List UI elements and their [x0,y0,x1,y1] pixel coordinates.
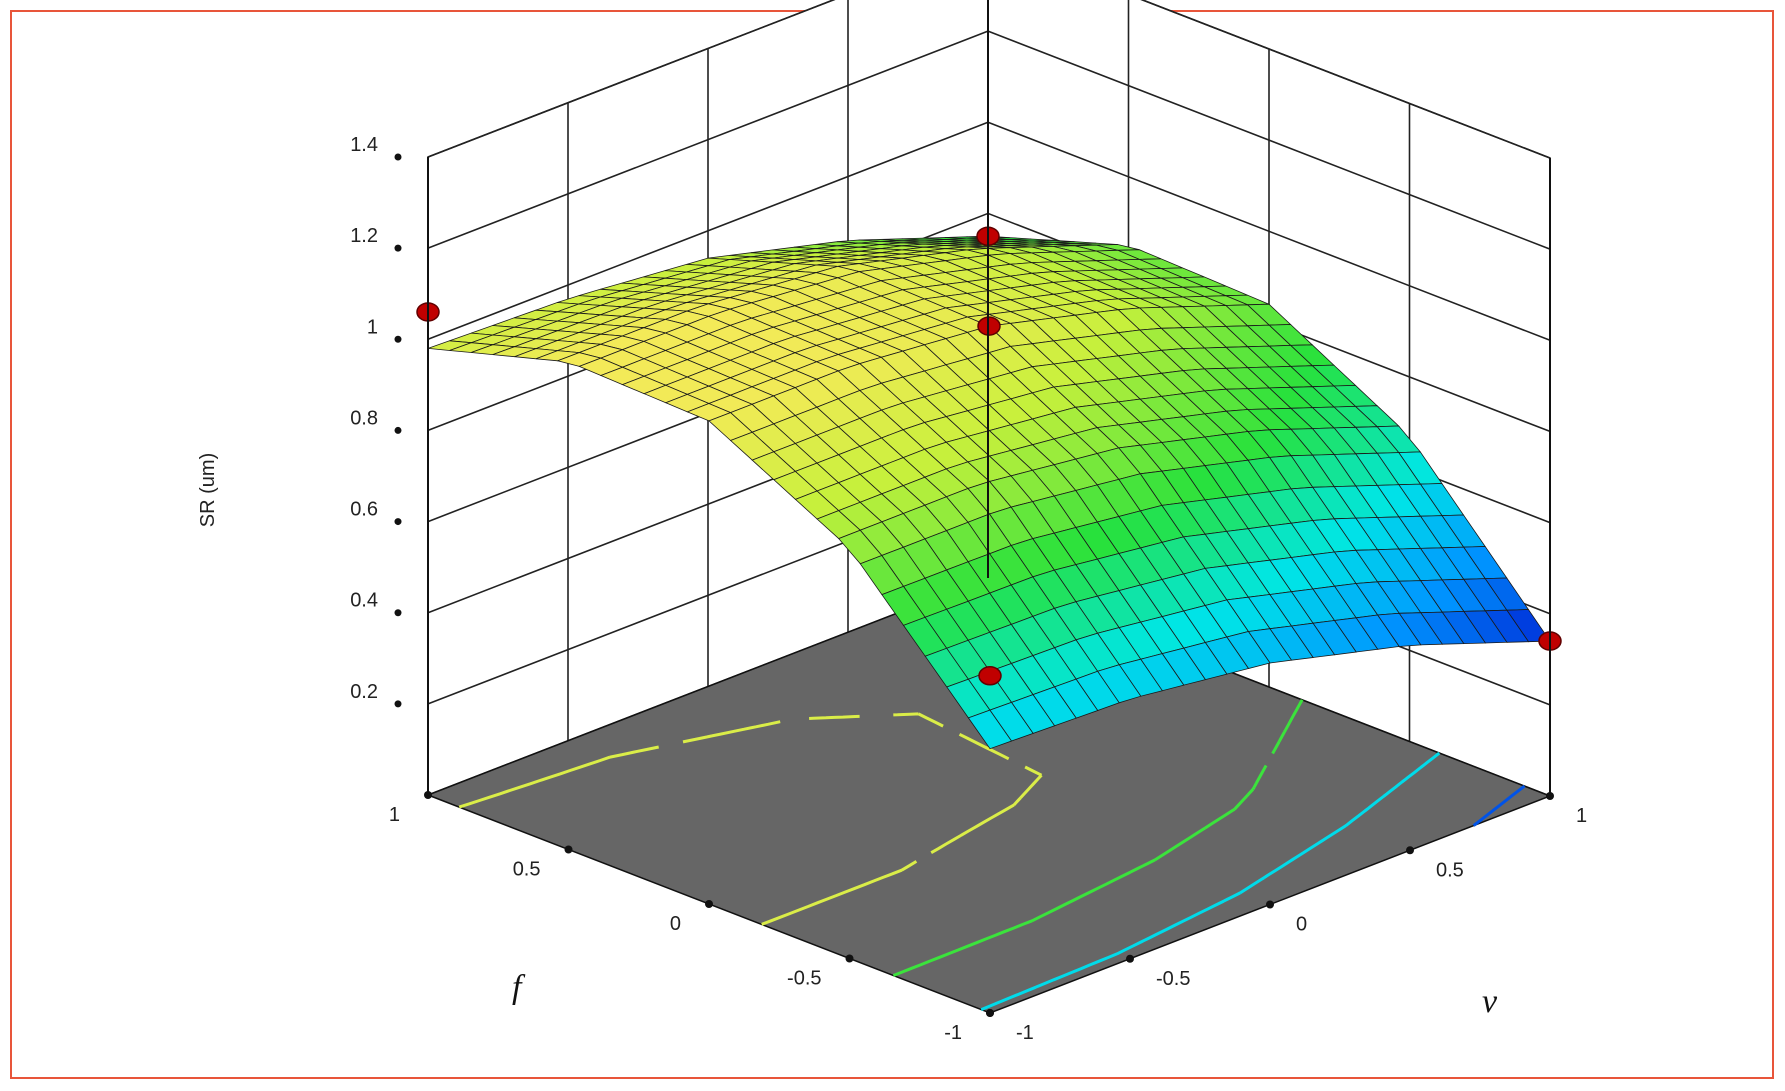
f-tick-mark [564,845,573,854]
design-point [978,666,1002,686]
v-axis-label: v [1482,983,1498,1020]
v-tick-label: -0.5 [1156,968,1190,990]
f-tick-label: 1 [389,804,400,826]
z-tick-mark [394,153,402,161]
f-tick-label: 0 [670,913,681,935]
v-tick-mark [1546,792,1554,800]
z-axis-label: SR (um) [197,453,219,527]
v-tick-mark [1406,846,1414,855]
z-tick-mark [394,244,402,252]
v-tick-label: -1 [1016,1022,1034,1044]
v-tick-label: 0 [1296,914,1307,936]
z-tick-label: 1.2 [350,225,378,247]
f-tick-mark [424,791,432,799]
z-tick-mark [394,426,402,434]
f-tick-label: -0.5 [787,968,821,990]
z-tick-mark [394,609,402,617]
v-tick-label: 1 [1576,805,1587,827]
surface-plot: 0.2 0.4 0.6 0.8 1 1.2 1.4 -1 -0.5 0 0.5 1 -1 -0.5 0 0.5… [197,0,1587,1044]
v-tick-label: 0.5 [1436,859,1464,881]
f-tick-mark [845,954,854,963]
f-axis-label: f [512,969,526,1006]
z-tick-label: 0.4 [350,590,378,612]
v-tick-mark [1126,954,1134,963]
f-tick-label: 0.5 [513,859,541,881]
z-tick-label: 1.4 [350,134,378,156]
z-tick-mark [394,335,402,343]
z-tick-label: 1 [367,316,378,338]
f-tick-label: -1 [944,1022,962,1044]
v-tick-mark [1266,900,1274,909]
z-tick-mark [394,700,402,708]
f-tick-mark [705,900,713,908]
z-tick-mark [394,518,402,526]
z-tick-label: 0.2 [350,681,378,703]
v-tick-mark [986,1009,994,1017]
z-tick-label: 0.6 [350,499,378,521]
z-tick-label: 0.8 [350,407,378,429]
